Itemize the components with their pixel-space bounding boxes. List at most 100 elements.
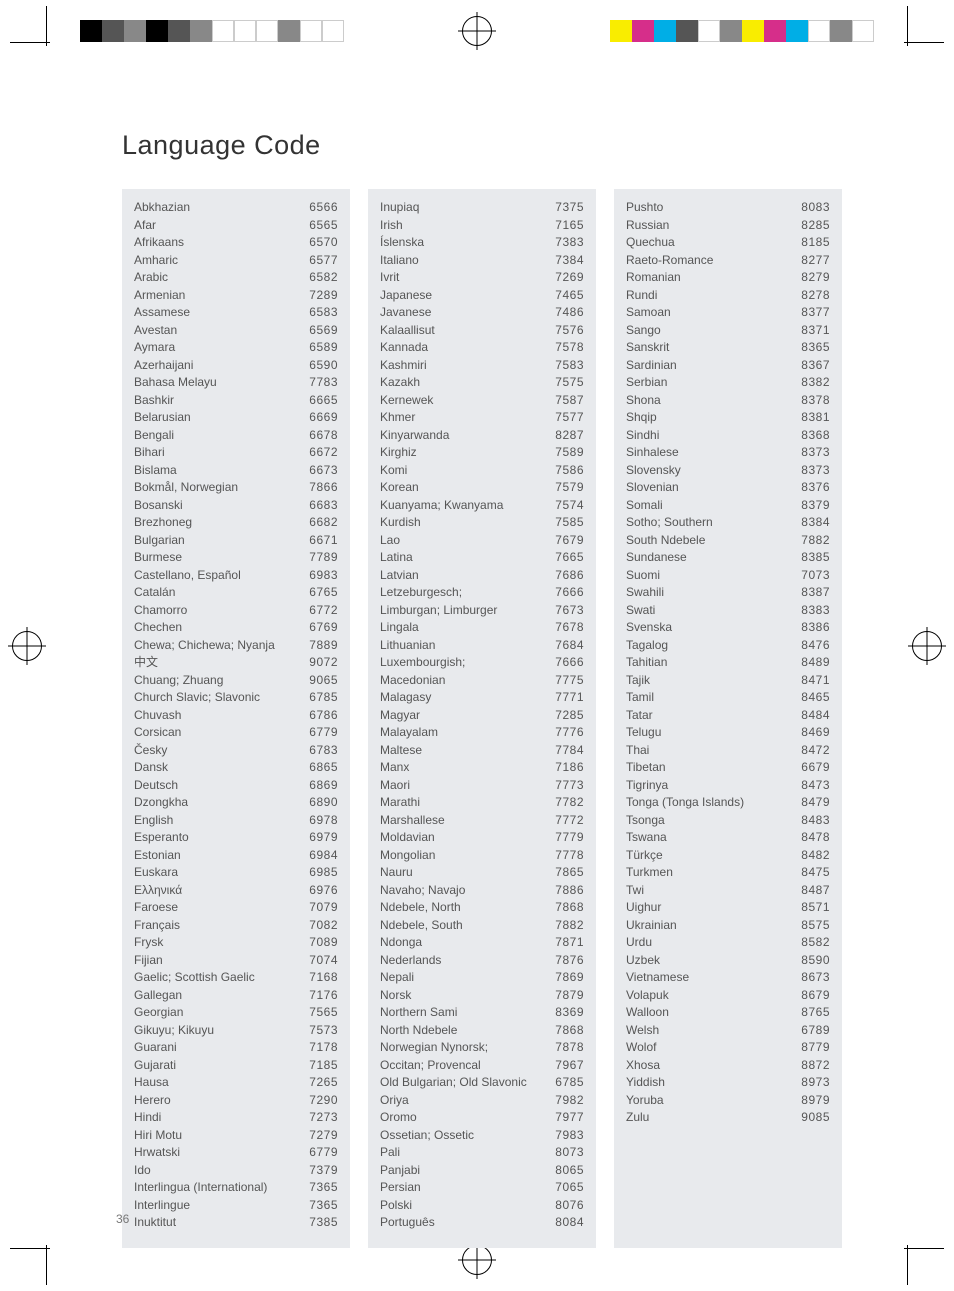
swatch xyxy=(234,20,256,42)
language-row: Oriya7982 xyxy=(380,1092,584,1110)
language-code: 7265 xyxy=(309,1074,338,1092)
language-name: Letzeburgesch; xyxy=(380,584,466,602)
language-row: Somali8379 xyxy=(626,497,830,515)
language-name: Persian xyxy=(380,1179,425,1197)
language-name: Bislama xyxy=(134,462,181,480)
language-code: 6869 xyxy=(309,777,338,795)
language-code: 6785 xyxy=(555,1074,584,1092)
language-row: Marshallese7772 xyxy=(380,812,584,830)
language-row: Armenian7289 xyxy=(134,287,338,305)
language-name: Maori xyxy=(380,777,414,795)
language-code: 6665 xyxy=(309,392,338,410)
language-row: Japanese7465 xyxy=(380,287,584,305)
language-name: Marathi xyxy=(380,794,424,812)
language-code: 6683 xyxy=(309,497,338,515)
language-code: 8479 xyxy=(801,794,830,812)
language-row: Chamorro6772 xyxy=(134,602,338,620)
language-code: 8084 xyxy=(555,1214,584,1232)
language-name: Sotho; Southern xyxy=(626,514,717,532)
language-row: Chuvash6786 xyxy=(134,707,338,725)
language-code: 6673 xyxy=(309,462,338,480)
language-name: Assamese xyxy=(134,304,194,322)
language-row: Dansk6865 xyxy=(134,759,338,777)
language-name: Hindi xyxy=(134,1109,165,1127)
swatch xyxy=(654,20,676,42)
language-code: 8373 xyxy=(801,462,830,480)
language-row: Lithuanian7684 xyxy=(380,637,584,655)
language-code: 9065 xyxy=(309,672,338,690)
language-row: Bulgarian6671 xyxy=(134,532,338,550)
language-name: Wolof xyxy=(626,1039,660,1057)
language-row: Wolof8779 xyxy=(626,1039,830,1057)
language-name: Macedonian xyxy=(380,672,449,690)
language-name: Interlingua (International) xyxy=(134,1179,271,1197)
language-name: Uighur xyxy=(626,899,665,917)
language-row: Twi8487 xyxy=(626,882,830,900)
language-row: Komi7586 xyxy=(380,462,584,480)
language-name: Norwegian Nynorsk; xyxy=(380,1039,492,1057)
language-name: Íslenska xyxy=(380,234,428,252)
language-code: 6569 xyxy=(309,322,338,340)
language-row: Ivrit7269 xyxy=(380,269,584,287)
language-name: Ndebele, South xyxy=(380,917,467,935)
language-row: Kirghiz7589 xyxy=(380,444,584,462)
language-code: 7185 xyxy=(309,1057,338,1075)
language-code: 7383 xyxy=(555,234,584,252)
swatch xyxy=(786,20,808,42)
language-name: Bengali xyxy=(134,427,178,445)
language-code: 7577 xyxy=(555,409,584,427)
language-code: 6589 xyxy=(309,339,338,357)
language-row: Tagalog8476 xyxy=(626,637,830,655)
language-code: 8469 xyxy=(801,724,830,742)
language-name: Euskara xyxy=(134,864,182,882)
language-row: Malayalam7776 xyxy=(380,724,584,742)
language-row: Svenska8386 xyxy=(626,619,830,637)
language-name: Marshallese xyxy=(380,812,449,830)
language-code: 7079 xyxy=(309,899,338,917)
language-row: Slovenian8376 xyxy=(626,479,830,497)
language-name: Bihari xyxy=(134,444,169,462)
language-code: 7365 xyxy=(309,1197,338,1215)
language-row: Rundi8278 xyxy=(626,287,830,305)
language-name: Chechen xyxy=(134,619,186,637)
language-row: Gallegan7176 xyxy=(134,987,338,1005)
language-code: 7866 xyxy=(309,479,338,497)
language-row: Chechen 6769 xyxy=(134,619,338,637)
language-code: 6769 xyxy=(309,619,338,637)
language-code: 7982 xyxy=(555,1092,584,1110)
language-name: Hrwatski xyxy=(134,1144,184,1162)
language-name: Church Slavic; Slavonic xyxy=(134,689,264,707)
language-row: Hiri Motu7279 xyxy=(134,1127,338,1145)
language-code: 7673 xyxy=(555,602,584,620)
swatch xyxy=(278,20,300,42)
language-name: Hausa xyxy=(134,1074,173,1092)
language-row: Raeto-Romance8277 xyxy=(626,252,830,270)
language-code: 6785 xyxy=(309,689,338,707)
language-name: Gikuyu; Kikuyu xyxy=(134,1022,218,1040)
language-name: Walloon xyxy=(626,1004,673,1022)
language-code: 7666 xyxy=(555,584,584,602)
language-code: 6789 xyxy=(801,1022,830,1040)
language-code: 7586 xyxy=(555,462,584,480)
language-code: 7878 xyxy=(555,1039,584,1057)
language-code: 7290 xyxy=(309,1092,338,1110)
language-row: Sardinian8367 xyxy=(626,357,830,375)
language-code: 7868 xyxy=(555,1022,584,1040)
language-name: Northern Sami xyxy=(380,1004,461,1022)
language-code: 8382 xyxy=(801,374,830,392)
language-row: Bosanski6683 xyxy=(134,497,338,515)
language-name: Sanskrit xyxy=(626,339,673,357)
language-code: 7178 xyxy=(309,1039,338,1057)
language-code: 7289 xyxy=(309,287,338,305)
language-code: 7065 xyxy=(555,1179,584,1197)
language-code: 8679 xyxy=(801,987,830,1005)
language-row: Ελληνικά6976 xyxy=(134,882,338,900)
document-page: Language Code Abkhazian6566Afar6565Afrik… xyxy=(0,0,954,1291)
language-name: Lithuanian xyxy=(380,637,439,655)
language-row: Norwegian Nynorsk; 7878 xyxy=(380,1039,584,1057)
registration-mark-icon xyxy=(462,1245,492,1275)
language-name: Chuvash xyxy=(134,707,185,725)
language-name: Tatar xyxy=(626,707,657,725)
language-name: Suomi xyxy=(626,567,664,585)
language-row: Javanese7486 xyxy=(380,304,584,322)
